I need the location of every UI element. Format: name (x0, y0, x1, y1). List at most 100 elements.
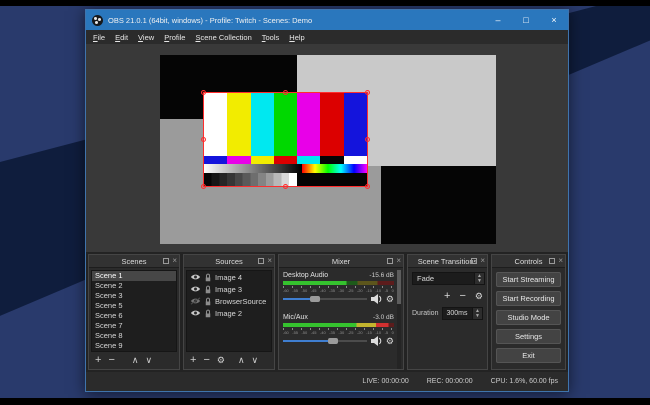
float-panel-icon[interactable] (471, 258, 477, 264)
selected-source-colorbars[interactable] (204, 93, 367, 186)
resize-handle-topmid[interactable] (283, 90, 288, 95)
close-button[interactable]: × (540, 10, 568, 30)
spin-down-icon[interactable]: ▼ (475, 314, 480, 319)
remove-transition-button[interactable]: − (459, 290, 465, 303)
colorbars-main (204, 93, 367, 156)
transition-select-spinner[interactable]: ▲ ▼ (474, 273, 484, 284)
duration-value: 300ms (443, 310, 472, 317)
visibility-eye-icon[interactable] (190, 273, 201, 281)
channel-settings-gear-icon[interactable]: ⚙ (386, 336, 394, 346)
preview-area (86, 44, 568, 252)
controls-buttons: Start Streaming Start Recording Studio M… (496, 272, 561, 363)
exit-button[interactable]: Exit (496, 348, 561, 363)
remove-scene-button[interactable]: − (108, 354, 114, 367)
controls-panel-header[interactable]: Controls × (492, 255, 565, 268)
add-scene-button[interactable]: + (95, 354, 101, 367)
duration-spinbox[interactable]: 300ms ▲ ▼ (442, 307, 483, 320)
visibility-eye-slash-icon[interactable] (190, 297, 201, 305)
move-scene-up-button[interactable]: ∧ (132, 354, 139, 367)
float-panel-icon[interactable] (258, 258, 264, 264)
transition-select[interactable]: Fade ▲ ▼ (412, 272, 485, 285)
float-panel-icon[interactable] (549, 258, 555, 264)
maximize-button[interactable]: □ (512, 10, 540, 30)
resize-handle-bottomright[interactable] (365, 184, 370, 189)
menu-view[interactable]: View (133, 31, 159, 44)
bottom-black-bar (0, 398, 650, 405)
move-source-up-button[interactable]: ∧ (238, 354, 245, 367)
transitions-panel-header[interactable]: Scene Transitions × (408, 255, 487, 268)
add-transition-button[interactable]: + (444, 290, 450, 303)
lock-icon[interactable] (204, 309, 212, 318)
menu-edit[interactable]: Edit (110, 31, 133, 44)
settings-button[interactable]: Settings (496, 329, 561, 344)
scene-list-item[interactable]: Scene 3 (92, 291, 176, 301)
menu-profile[interactable]: Profile (159, 31, 190, 44)
source-list-item[interactable]: BrowserSource (187, 295, 271, 307)
source-name: BrowserSource (215, 297, 266, 306)
sources-panel-title: Sources (215, 257, 243, 266)
visibility-eye-icon[interactable] (190, 285, 201, 293)
move-scene-down-button[interactable]: ∨ (145, 354, 152, 367)
float-panel-icon[interactable] (387, 258, 393, 264)
source-list-item[interactable]: Image 3 (187, 283, 271, 295)
scene-list-item[interactable]: Scene 2 (92, 281, 176, 291)
resize-handle-midleft[interactable] (201, 137, 206, 142)
lock-icon[interactable] (204, 297, 212, 306)
menu-help[interactable]: Help (284, 31, 309, 44)
mixer-panel-header[interactable]: Mixer × (279, 255, 403, 268)
mixer-scrollbar[interactable] (397, 270, 401, 369)
close-panel-icon[interactable]: × (267, 258, 272, 264)
volume-slider-knob[interactable] (328, 338, 338, 344)
add-source-button[interactable]: + (190, 354, 196, 367)
resize-handle-bottomleft[interactable] (201, 184, 206, 189)
menu-file[interactable]: File (88, 31, 110, 44)
title-bar[interactable]: OBS 21.0.1 (64bit, windows) - Profile: T… (86, 10, 568, 30)
duration-spinner[interactable]: ▲ ▼ (472, 308, 482, 319)
source-properties-gear-icon[interactable]: ⚙ (217, 354, 225, 367)
start-recording-button[interactable]: Start Recording (496, 291, 561, 306)
scene-list-item[interactable]: Scene 1 (92, 271, 176, 281)
source-list-item[interactable]: Image 2 (187, 307, 271, 319)
lock-icon[interactable] (204, 273, 212, 282)
transition-properties-gear-icon[interactable]: ⚙ (475, 290, 483, 303)
speaker-icon[interactable] (371, 294, 382, 304)
lock-icon[interactable] (204, 285, 212, 294)
sources-panel-header[interactable]: Sources × (184, 255, 274, 268)
scenes-panel-header[interactable]: Scenes × (89, 255, 179, 268)
close-panel-icon[interactable]: × (480, 258, 485, 264)
studio-mode-button[interactable]: Studio Mode (496, 310, 561, 325)
scene-list-item[interactable]: Scene 8 (92, 331, 176, 341)
start-streaming-button[interactable]: Start Streaming (496, 272, 561, 287)
menu-tools[interactable]: Tools (257, 31, 285, 44)
spin-down-icon[interactable]: ▼ (477, 279, 482, 284)
close-panel-icon[interactable]: × (172, 258, 177, 264)
menu-scene-collection[interactable]: Scene Collection (190, 31, 256, 44)
volume-slider[interactable] (283, 293, 367, 305)
resize-handle-bottommid[interactable] (283, 184, 288, 189)
scene-list-item[interactable]: Scene 10 (92, 351, 176, 352)
close-panel-icon[interactable]: × (558, 258, 563, 264)
close-panel-icon[interactable]: × (396, 258, 401, 264)
scene-list-item[interactable]: Scene 7 (92, 321, 176, 331)
scene-list-item[interactable]: Scene 5 (92, 301, 176, 311)
window-controls: – □ × (484, 10, 568, 30)
minimize-button[interactable]: – (484, 10, 512, 30)
resize-handle-topright[interactable] (365, 90, 370, 95)
resize-handle-midright[interactable] (365, 137, 370, 142)
mixer-channel-mic-aux: Mic/Aux -3.0 dB -60-55-50-45-40-35-30-25… (283, 314, 394, 347)
speaker-icon[interactable] (371, 336, 382, 346)
channel-settings-gear-icon[interactable]: ⚙ (386, 294, 394, 304)
colorbars-castellation (204, 156, 367, 164)
resize-handle-topleft[interactable] (201, 90, 206, 95)
float-panel-icon[interactable] (163, 258, 169, 264)
source-list-item[interactable]: Image 4 (187, 271, 271, 283)
scene-list-item[interactable]: Scene 9 (92, 341, 176, 351)
visibility-eye-icon[interactable] (190, 309, 201, 317)
scene-canvas[interactable] (160, 55, 496, 244)
remove-source-button[interactable]: − (203, 354, 209, 367)
scene-list-item[interactable]: Scene 6 (92, 311, 176, 321)
volume-slider-knob[interactable] (310, 296, 320, 302)
volume-slider[interactable] (283, 335, 367, 347)
source-black-rect-bottomright[interactable] (381, 166, 496, 244)
move-source-down-button[interactable]: ∨ (252, 354, 259, 367)
